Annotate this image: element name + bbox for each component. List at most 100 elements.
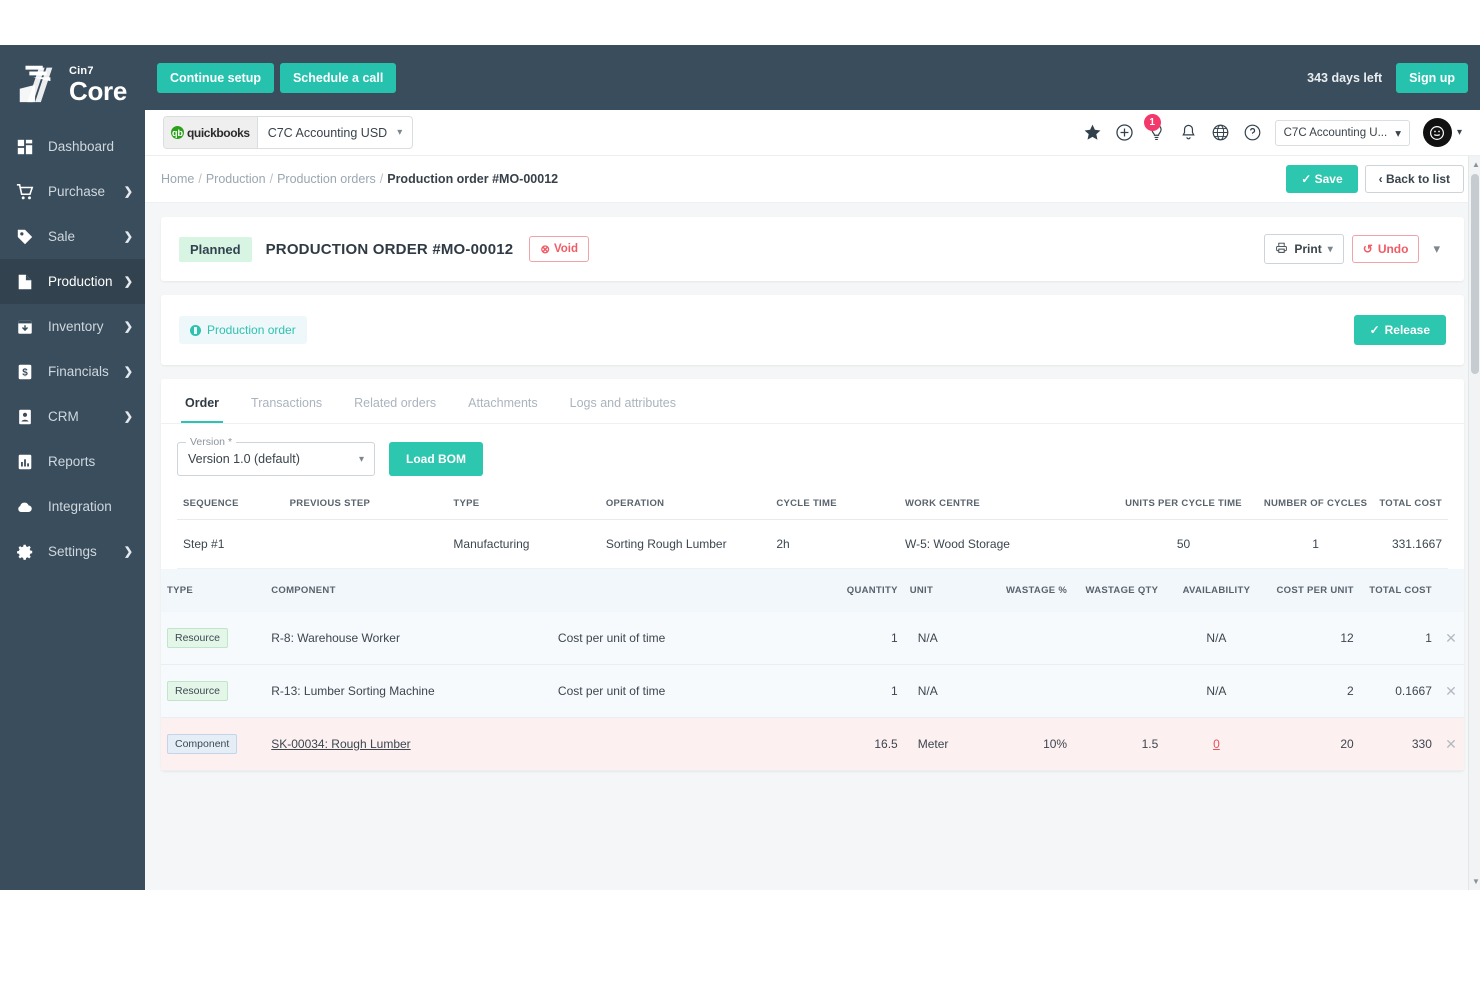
tab-related-orders[interactable]: Related orders bbox=[338, 379, 452, 423]
wastage-qty-cell bbox=[1073, 664, 1165, 718]
sidebar-item-production[interactable]: Production ❯ bbox=[0, 259, 145, 304]
sidebar-item-reports[interactable]: Reports bbox=[0, 439, 145, 484]
breadcrumb-item-0[interactable]: Home bbox=[161, 172, 194, 186]
brand-name-small: Cin7 bbox=[69, 64, 94, 77]
save-button[interactable]: ✓ Save bbox=[1286, 165, 1358, 193]
steps-cell-previous_step bbox=[283, 519, 448, 569]
quickbooks-org-select[interactable]: qb quickbooks C7C Accounting USD ▾ bbox=[163, 116, 414, 149]
sidebar-item-label: Production bbox=[48, 274, 113, 289]
globe-icon[interactable] bbox=[1211, 123, 1230, 142]
table-row[interactable]: Resource R-13: Lumber Sorting Machine Cost… bbox=[161, 664, 1464, 718]
check-icon: ✓ bbox=[1369, 323, 1380, 337]
chevron-right-icon: ❯ bbox=[123, 366, 133, 378]
remove-row-icon[interactable]: ✕ bbox=[1445, 736, 1457, 752]
total-cost-cell: 1 bbox=[1359, 612, 1438, 665]
sidebar-item-inventory[interactable]: Inventory ❯ bbox=[0, 304, 145, 349]
table-row[interactable]: Component SK-00034: Rough Lumber 16.5 Meter… bbox=[161, 717, 1464, 771]
tab-order[interactable]: Order bbox=[169, 379, 235, 423]
back-to-list-button[interactable]: ‹ Back to list bbox=[1364, 165, 1464, 193]
scrollbar-thumb[interactable] bbox=[1471, 174, 1479, 374]
void-button[interactable]: ⊗ Void bbox=[529, 236, 590, 262]
component-note-cell bbox=[551, 717, 839, 771]
components-table: TYPE COMPONENT QUANTITY UNIT WASTAGE % WASTAG… bbox=[161, 569, 1464, 771]
total-cost-cell: 330 bbox=[1359, 717, 1438, 771]
schedule-call-button[interactable]: Schedule a call bbox=[279, 62, 397, 93]
user-menu[interactable]: ▾ bbox=[1422, 118, 1462, 147]
tab-transactions[interactable]: Transactions bbox=[235, 379, 338, 423]
component-type-cell: Resource bbox=[161, 612, 266, 665]
tab-attachments[interactable]: Attachments bbox=[452, 379, 553, 423]
availability-cell: 0 bbox=[1164, 717, 1269, 771]
production-order-step-chip[interactable]: Production order bbox=[179, 316, 307, 344]
availability-value[interactable]: 0 bbox=[1213, 737, 1220, 751]
breadcrumb-item-1[interactable]: Production bbox=[206, 172, 266, 186]
steps-col-0: SEQUENCE bbox=[183, 498, 239, 509]
print-button[interactable]: Print ▾ bbox=[1264, 234, 1344, 264]
breadcrumb-bar: Home / Production / Production orders / Produc… bbox=[145, 156, 1480, 203]
brand-logo-block[interactable]: Cin7 Core bbox=[0, 45, 145, 120]
release-button[interactable]: ✓ Release bbox=[1353, 315, 1446, 345]
chevron-down-icon: ▾ bbox=[1456, 127, 1462, 138]
component-name-cell: R-8: Warehouse Worker bbox=[265, 612, 552, 665]
type-badge: Component bbox=[167, 734, 238, 754]
brand-name-big: Core bbox=[69, 75, 128, 106]
vertical-scrollbar[interactable]: ▲ ▼ bbox=[1468, 156, 1480, 890]
sidebar-item-dashboard[interactable]: Dashboard bbox=[0, 124, 145, 169]
bulb-icon[interactable]: 1 bbox=[1143, 114, 1166, 142]
components-col-2 bbox=[552, 569, 839, 612]
undo-button[interactable]: ↺ Undo bbox=[1351, 235, 1420, 263]
components-col-6: WASTAGE QTY bbox=[1085, 585, 1159, 596]
sidebar-item-label: Sale bbox=[48, 229, 76, 244]
version-label: Version * bbox=[186, 436, 237, 448]
sidebar-item-sale[interactable]: Sale ❯ bbox=[0, 214, 145, 259]
steps-cell-total_cost: 331.1667 bbox=[1373, 519, 1448, 569]
load-bom-button[interactable]: Load BOM bbox=[389, 442, 483, 476]
availability-cell: N/A bbox=[1164, 612, 1269, 665]
chevron-down-icon: ▾ bbox=[397, 127, 403, 138]
sidebar-item-settings[interactable]: Settings ❯ bbox=[0, 529, 145, 574]
quickbooks-selected-value: C7C Accounting USD bbox=[267, 125, 388, 140]
main-content: Home / Production / Production orders / Produc… bbox=[145, 156, 1480, 890]
tab-logs-and-attributes[interactable]: Logs and attributes bbox=[554, 379, 692, 423]
unit-cell: N/A bbox=[903, 664, 982, 718]
sidebar-item-label: Reports bbox=[48, 454, 96, 469]
table-row[interactable]: Step #1 Manufacturing Sorting Rough Lumber… bbox=[177, 519, 1448, 569]
organization-select[interactable]: C7C Accounting U... ▾ bbox=[1274, 119, 1410, 146]
component-note-cell: Cost per unit of time bbox=[551, 612, 839, 665]
component-link[interactable]: SK-00034: Rough Lumber bbox=[271, 737, 410, 751]
check-icon: ✓ bbox=[1301, 172, 1312, 186]
breadcrumb-item-2[interactable]: Production orders bbox=[277, 172, 376, 186]
remove-row-icon[interactable]: ✕ bbox=[1445, 630, 1457, 646]
scroll-up-icon[interactable]: ▲ bbox=[1472, 160, 1480, 169]
sign-up-button[interactable]: Sign up bbox=[1396, 62, 1468, 93]
sidebar-item-crm[interactable]: CRM ❯ bbox=[0, 394, 145, 439]
scroll-down-icon[interactable]: ▼ bbox=[1472, 877, 1480, 886]
svg-text:$: $ bbox=[22, 367, 28, 378]
star-icon[interactable] bbox=[1083, 123, 1102, 142]
chevron-right-icon: ❯ bbox=[123, 546, 133, 558]
more-actions-chevron-icon[interactable]: ▾ bbox=[1427, 237, 1446, 261]
page-title: PRODUCTION ORDER #MO-00012 bbox=[265, 240, 514, 258]
wastage-pct-cell bbox=[981, 664, 1074, 718]
help-chat-icon[interactable] bbox=[1243, 123, 1262, 142]
chevron-down-icon: ▾ bbox=[1327, 243, 1333, 255]
status-badge: Planned bbox=[179, 236, 252, 262]
version-select[interactable]: Version * Version 1.0 (default) ▾ bbox=[177, 436, 375, 476]
table-row[interactable]: Resource R-8: Warehouse Worker Cost per un… bbox=[161, 612, 1464, 665]
breadcrumb: Home / Production / Production orders / Produc… bbox=[161, 172, 558, 186]
bell-icon[interactable] bbox=[1179, 123, 1198, 142]
release-label: Release bbox=[1384, 323, 1430, 337]
components-col-10 bbox=[1438, 569, 1464, 612]
sidebar-item-integration[interactable]: Integration bbox=[0, 484, 145, 529]
components-col-3: QUANTITY bbox=[846, 585, 898, 596]
sidebar-item-financials[interactable]: $ Financials ❯ bbox=[0, 349, 145, 394]
remove-row-icon[interactable]: ✕ bbox=[1445, 683, 1457, 699]
wastage-pct-cell bbox=[981, 612, 1074, 665]
continue-setup-button[interactable]: Continue setup bbox=[157, 62, 274, 93]
order-header-card: Planned PRODUCTION ORDER #MO-00012 ⊗ Voi… bbox=[161, 217, 1464, 281]
quantity-cell: 1 bbox=[838, 664, 904, 718]
sidebar-item-purchase[interactable]: Purchase ❯ bbox=[0, 169, 145, 214]
components-table-header: TYPE COMPONENT QUANTITY UNIT WASTAGE % WASTAG… bbox=[161, 569, 1464, 612]
plus-circle-icon[interactable] bbox=[1115, 123, 1134, 142]
sidebar-item-label: Integration bbox=[48, 499, 112, 514]
